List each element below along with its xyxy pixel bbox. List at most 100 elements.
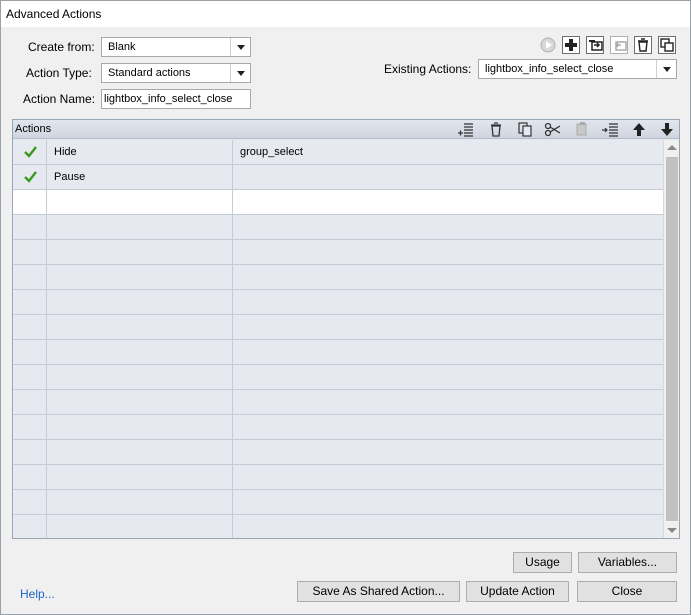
delete-row-icon[interactable] <box>487 121 505 138</box>
scroll-thumb[interactable] <box>666 157 678 521</box>
help-link[interactable]: Help... <box>20 587 55 601</box>
action-cell[interactable]: Hide <box>47 140 233 165</box>
table-row[interactable] <box>13 490 663 515</box>
enabled-cell[interactable] <box>13 465 47 490</box>
table-row[interactable] <box>13 340 663 365</box>
variables-button[interactable]: Variables... <box>578 552 677 573</box>
enabled-cell[interactable] <box>13 390 47 415</box>
checkmark-icon[interactable] <box>24 170 37 183</box>
table-row[interactable] <box>13 190 663 215</box>
enabled-cell[interactable] <box>13 140 47 165</box>
action-cell[interactable] <box>47 415 233 440</box>
target-cell[interactable] <box>233 265 663 290</box>
close-button[interactable]: Close <box>577 581 677 602</box>
enabled-cell[interactable] <box>13 240 47 265</box>
move-down-icon[interactable] <box>658 121 676 138</box>
action-type-dropdown[interactable]: Standard actions <box>101 63 251 83</box>
action-cell[interactable] <box>47 440 233 465</box>
enabled-cell[interactable] <box>13 165 47 190</box>
action-name-field[interactable]: lightbox_info_select_close <box>101 89 251 109</box>
chevron-down-icon[interactable] <box>230 38 250 56</box>
table-row[interactable] <box>13 415 663 440</box>
action-cell[interactable] <box>47 340 233 365</box>
table-row[interactable] <box>13 390 663 415</box>
paste-icon[interactable] <box>573 121 591 138</box>
action-cell[interactable] <box>47 365 233 390</box>
preview-play-icon[interactable] <box>539 36 557 54</box>
action-cell[interactable]: Pause <box>47 165 233 190</box>
target-cell[interactable] <box>233 340 663 365</box>
table-row[interactable] <box>13 240 663 265</box>
table-row[interactable]: Pause <box>13 165 663 190</box>
create-from-label: Create from: <box>28 40 95 54</box>
target-cell[interactable] <box>233 215 663 240</box>
move-up-icon[interactable] <box>630 121 648 138</box>
enabled-cell[interactable] <box>13 315 47 340</box>
table-row[interactable] <box>13 215 663 240</box>
action-cell[interactable] <box>47 390 233 415</box>
table-row[interactable] <box>13 465 663 490</box>
table-row[interactable] <box>13 365 663 390</box>
target-cell[interactable] <box>233 440 663 465</box>
table-row[interactable] <box>13 440 663 465</box>
chevron-down-icon[interactable] <box>656 60 676 78</box>
checkmark-icon[interactable] <box>24 145 37 158</box>
target-cell[interactable] <box>233 415 663 440</box>
table-row[interactable] <box>13 315 663 340</box>
action-cell[interactable] <box>47 190 233 215</box>
existing-actions-dropdown[interactable]: lightbox_info_select_close <box>478 59 677 79</box>
target-cell[interactable] <box>233 465 663 490</box>
table-row[interactable] <box>13 290 663 315</box>
target-cell[interactable] <box>233 365 663 390</box>
cut-icon[interactable] <box>544 121 562 138</box>
action-cell[interactable] <box>47 465 233 490</box>
table-row[interactable] <box>13 265 663 290</box>
action-cell[interactable] <box>47 315 233 340</box>
action-text: Hide <box>54 146 77 158</box>
target-cell[interactable] <box>233 290 663 315</box>
copy-icon[interactable] <box>516 121 534 138</box>
target-cell[interactable] <box>233 515 663 538</box>
create-from-dropdown[interactable]: Blank <box>101 37 251 57</box>
enabled-cell[interactable] <box>13 415 47 440</box>
target-cell[interactable] <box>233 190 663 215</box>
insert-row-icon[interactable] <box>457 121 475 138</box>
enabled-cell[interactable] <box>13 290 47 315</box>
enabled-cell[interactable] <box>13 265 47 290</box>
table-row[interactable] <box>13 515 663 538</box>
action-cell[interactable] <box>47 490 233 515</box>
target-cell[interactable] <box>233 315 663 340</box>
enabled-cell[interactable] <box>13 190 47 215</box>
duplicate-icon[interactable] <box>658 36 676 54</box>
enabled-cell[interactable] <box>13 365 47 390</box>
action-cell[interactable] <box>47 240 233 265</box>
enabled-cell[interactable] <box>13 340 47 365</box>
usage-button[interactable]: Usage <box>513 552 572 573</box>
vertical-scrollbar[interactable] <box>663 140 679 538</box>
update-action-button[interactable]: Update Action <box>466 581 569 602</box>
table-row[interactable]: Hide group_select <box>13 140 663 165</box>
scroll-up-icon[interactable] <box>667 145 677 150</box>
scroll-down-icon[interactable] <box>667 528 677 533</box>
enabled-cell[interactable] <box>13 215 47 240</box>
target-cell[interactable]: group_select <box>233 140 663 165</box>
save-shared-action-button[interactable]: Save As Shared Action... <box>297 581 460 602</box>
target-cell[interactable] <box>233 240 663 265</box>
chevron-down-icon[interactable] <box>230 64 250 82</box>
export-icon[interactable] <box>610 36 628 54</box>
action-cell[interactable] <box>47 265 233 290</box>
target-cell[interactable] <box>233 490 663 515</box>
enabled-cell[interactable] <box>13 490 47 515</box>
action-cell[interactable] <box>47 290 233 315</box>
import-icon[interactable] <box>586 36 604 54</box>
target-cell[interactable] <box>233 390 663 415</box>
enabled-cell[interactable] <box>13 515 47 538</box>
enabled-cell[interactable] <box>13 440 47 465</box>
trash-icon[interactable] <box>634 36 652 54</box>
insert-after-icon[interactable] <box>601 121 619 138</box>
action-cell[interactable] <box>47 515 233 538</box>
actions-grid: Hide group_select Pause <box>13 140 663 538</box>
target-cell[interactable] <box>233 165 663 190</box>
action-cell[interactable] <box>47 215 233 240</box>
add-action-icon[interactable] <box>562 36 580 54</box>
